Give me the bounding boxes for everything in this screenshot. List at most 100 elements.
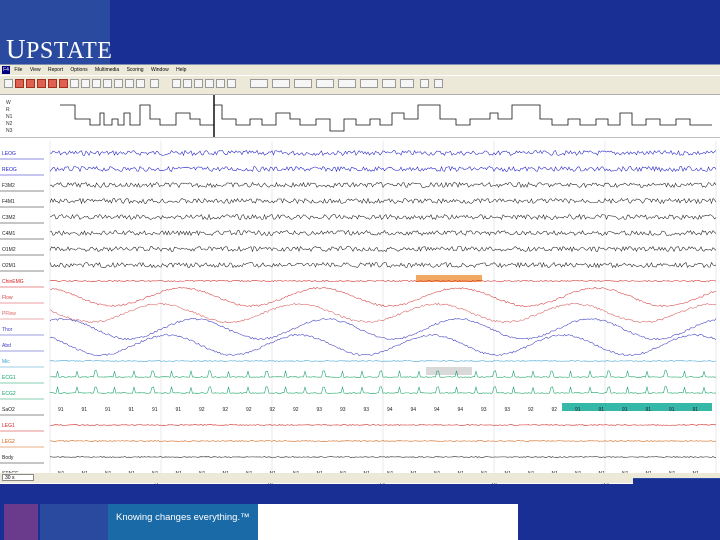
- sao2-value: 93: [317, 407, 323, 413]
- channel-label[interactable]: O1M2: [2, 247, 16, 253]
- footer-purple-block: [4, 504, 38, 540]
- menu-multimedia[interactable]: Multimedia: [95, 65, 119, 75]
- sao2-value: 91: [575, 407, 581, 413]
- menu-options[interactable]: Options: [70, 65, 87, 75]
- tool-button[interactable]: [227, 79, 236, 88]
- sao2-value: 91: [152, 407, 158, 413]
- menu-view[interactable]: View: [30, 65, 41, 75]
- sao2-value: 91: [176, 407, 182, 413]
- tool-button[interactable]: [400, 79, 414, 88]
- hypnogram-trace[interactable]: [0, 95, 720, 137]
- tool-button[interactable]: [125, 79, 134, 88]
- channel-label[interactable]: F3M2: [2, 183, 15, 189]
- brand-logo: UPSTATE: [6, 34, 113, 64]
- menu-scoring[interactable]: Scoring: [127, 65, 144, 75]
- sao2-value: 91: [693, 407, 699, 413]
- channel-label[interactable]: C3M2: [2, 215, 16, 221]
- tool-button[interactable]: [92, 79, 101, 88]
- tool-button[interactable]: [136, 79, 145, 88]
- footer-blue-block: [40, 504, 108, 540]
- event-highlight: [426, 367, 472, 375]
- tool-button[interactable]: [4, 79, 13, 88]
- tool-button[interactable]: [294, 79, 312, 88]
- footer-white-block: [258, 504, 518, 540]
- channel-label[interactable]: ChinEMG: [2, 279, 24, 285]
- tool-button[interactable]: [26, 79, 35, 88]
- sao2-value: 91: [105, 407, 111, 413]
- channel-label[interactable]: Mic: [2, 359, 10, 365]
- sao2-value: 93: [505, 407, 511, 413]
- channel-label[interactable]: Body: [2, 455, 14, 461]
- app-icon[interactable]: F4: [2, 66, 10, 74]
- channel-label[interactable]: PFlow: [2, 311, 16, 317]
- sao2-value: 92: [246, 407, 252, 413]
- sao2-value: 94: [387, 407, 393, 413]
- channel-label[interactable]: Abd: [2, 343, 11, 349]
- sao2-value: 92: [552, 407, 558, 413]
- sao2-value: 92: [270, 407, 276, 413]
- menu-window[interactable]: Window: [151, 65, 169, 75]
- logo-block: UPSTATE: [0, 0, 113, 64]
- sao2-value: 92: [199, 407, 205, 413]
- epoch-length-box[interactable]: 30 s: [2, 474, 34, 481]
- tool-button[interactable]: [183, 79, 192, 88]
- menu-help[interactable]: Help: [176, 65, 186, 75]
- menu-report[interactable]: Report: [48, 65, 63, 75]
- channel-label[interactable]: C4M1: [2, 231, 16, 237]
- channel-label[interactable]: REOG: [2, 167, 17, 173]
- sao2-value: 93: [481, 407, 487, 413]
- sao2-value: 94: [411, 407, 417, 413]
- tool-button[interactable]: [70, 79, 79, 88]
- desaturation-highlight: [562, 403, 712, 411]
- tool-button[interactable]: [172, 79, 181, 88]
- tool-button[interactable]: [114, 79, 123, 88]
- tool-button[interactable]: [338, 79, 356, 88]
- channel-label[interactable]: Flow: [2, 295, 13, 301]
- sao2-value: 93: [364, 407, 370, 413]
- tool-button[interactable]: [150, 79, 159, 88]
- channel-label[interactable]: O2M1: [2, 263, 16, 269]
- menu-bar: F4 File View Report Options Multimedia S…: [0, 65, 720, 75]
- footer-navy-block: [518, 504, 720, 540]
- toolbar: [0, 76, 720, 95]
- sao2-value: 94: [434, 407, 440, 413]
- tool-button[interactable]: [59, 79, 68, 88]
- sao2-value: 92: [293, 407, 299, 413]
- channel-label[interactable]: SaO2: [2, 407, 15, 413]
- tool-button[interactable]: [382, 79, 396, 88]
- hypnogram-panel: W R N1 N2 N3: [0, 95, 720, 138]
- tool-button[interactable]: [205, 79, 214, 88]
- tool-button[interactable]: [81, 79, 90, 88]
- tool-button[interactable]: [37, 79, 46, 88]
- sao2-value: 91: [129, 407, 135, 413]
- channel-label[interactable]: ECG2: [2, 391, 16, 397]
- sao2-value: 91: [646, 407, 652, 413]
- sao2-value: 92: [528, 407, 534, 413]
- channel-label[interactable]: F4M1: [2, 199, 15, 205]
- tool-button[interactable]: [48, 79, 57, 88]
- status-bar: 30 s: [0, 473, 720, 483]
- tool-button[interactable]: [360, 79, 378, 88]
- tool-button[interactable]: [316, 79, 334, 88]
- tool-button[interactable]: [103, 79, 112, 88]
- sao2-value: 91: [58, 407, 64, 413]
- sao2-value: 91: [669, 407, 675, 413]
- sao2-value: 91: [599, 407, 605, 413]
- tool-button[interactable]: [420, 79, 429, 88]
- tool-button[interactable]: [250, 79, 268, 88]
- tool-button[interactable]: [216, 79, 225, 88]
- tool-button[interactable]: [15, 79, 24, 88]
- lightbulb-icon[interactable]: [434, 79, 443, 88]
- sao2-value: 91: [82, 407, 88, 413]
- tagline: Knowing changes everything.™: [116, 512, 250, 523]
- channel-label[interactable]: LEG1: [2, 423, 15, 429]
- sao2-value: 91: [622, 407, 628, 413]
- channel-label[interactable]: ECG1: [2, 375, 16, 381]
- channel-label[interactable]: LEG2: [2, 439, 15, 445]
- tool-button[interactable]: [272, 79, 290, 88]
- channel-label[interactable]: LEOG: [2, 151, 16, 157]
- tool-button[interactable]: [194, 79, 203, 88]
- channel-label[interactable]: Thor: [2, 327, 13, 333]
- menu-file[interactable]: File: [14, 65, 22, 75]
- app-window: F4 File View Report Options Multimedia S…: [0, 64, 720, 487]
